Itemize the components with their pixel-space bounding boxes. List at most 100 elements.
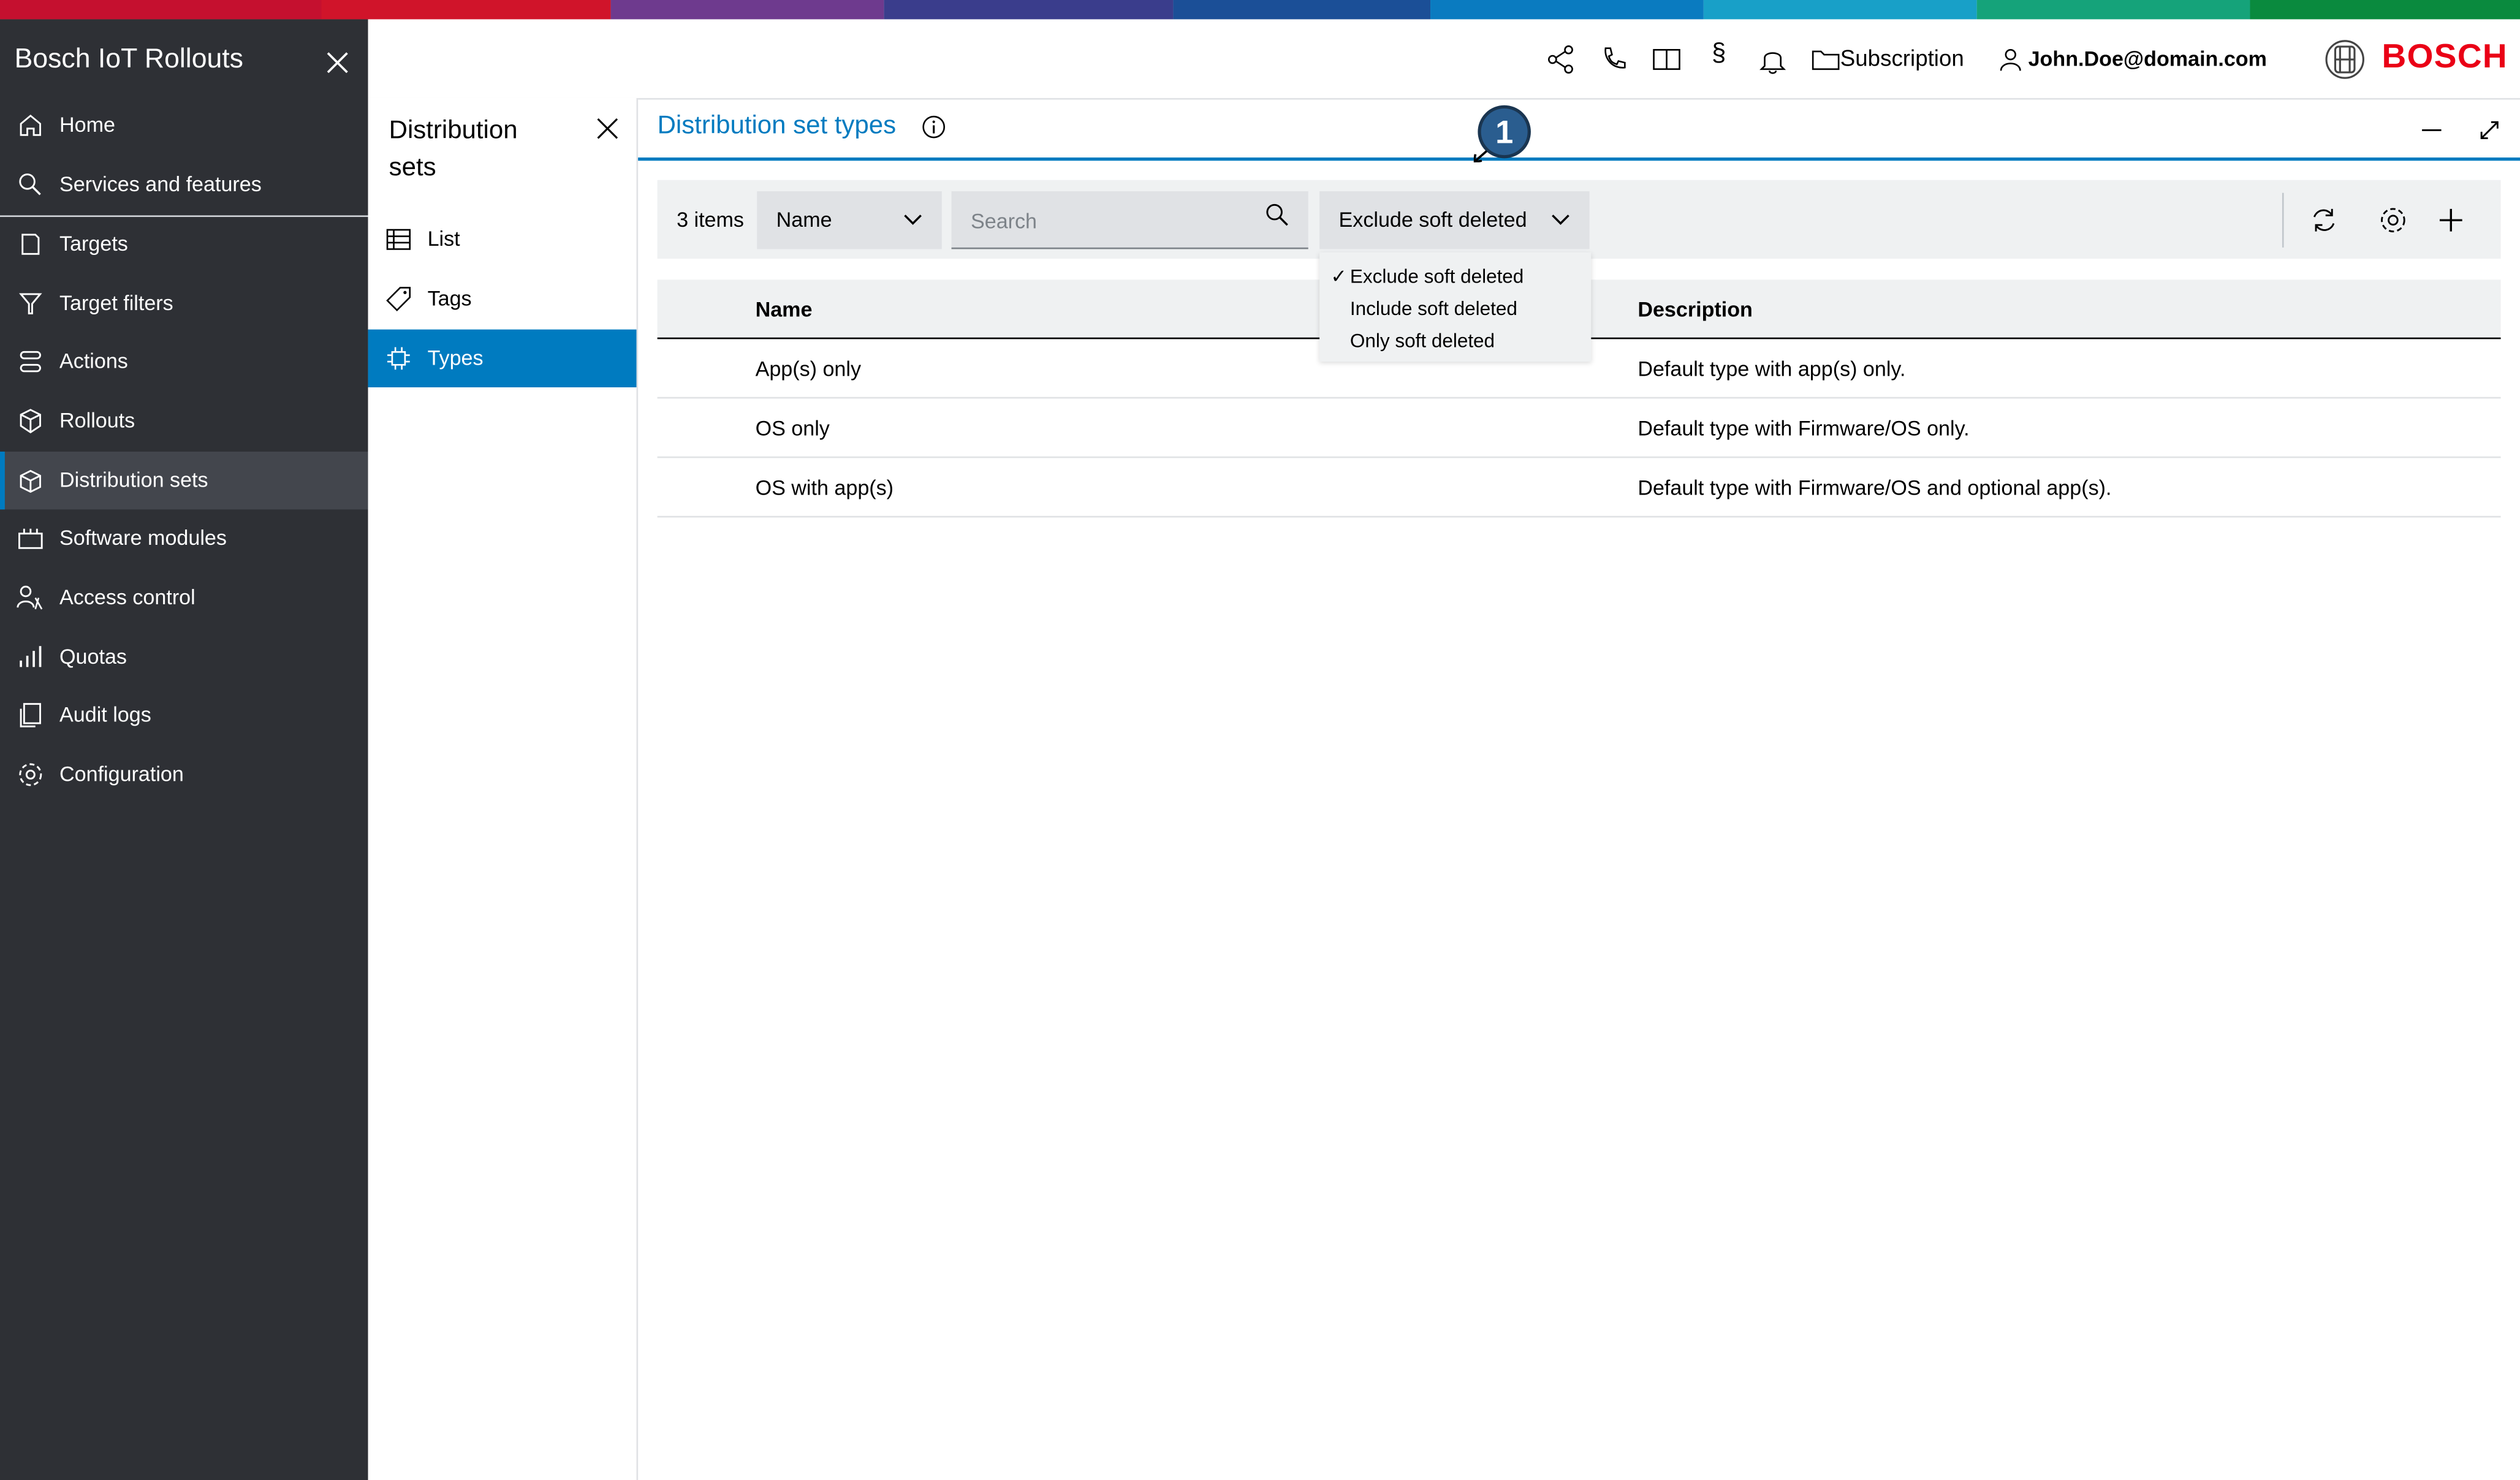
cell-description: Default type with Firmware/OS only. (1638, 416, 1970, 441)
nav-item-distribution-sets[interactable]: Distribution sets (0, 451, 368, 510)
refresh-icon[interactable] (2308, 204, 2340, 236)
nav-item-rollouts[interactable]: Rollouts (0, 392, 368, 450)
column-header-name[interactable]: Name (756, 297, 813, 321)
soft-delete-filter-value: Exclude soft deleted (1338, 207, 1527, 232)
page-title: Distribution set types (657, 112, 897, 140)
nav-item-label: Services and features (59, 172, 262, 196)
subnav-item-tags[interactable]: Tags (368, 270, 637, 328)
close-icon[interactable] (594, 116, 620, 142)
subscription-link[interactable]: Subscription (1840, 45, 1964, 70)
nav-item-software-modules[interactable]: Software modules (0, 509, 368, 567)
close-icon[interactable] (322, 47, 354, 78)
package-icon (20, 469, 42, 493)
nav-item-configuration[interactable]: Configuration (0, 746, 368, 803)
book-icon[interactable] (1650, 44, 1682, 75)
soft-delete-filter-menu: ✓ Exclude soft deleted Include soft dele… (1319, 252, 1592, 362)
home-icon (20, 114, 42, 136)
nav-item-label: Audit logs (59, 702, 151, 727)
distribution-sets-subnav: Distribution sets List Tags Types (368, 97, 639, 1480)
list-icon (386, 229, 411, 250)
items-count: 3 items (677, 207, 744, 232)
paragraph-icon[interactable]: § (1712, 40, 1726, 69)
share-icon[interactable] (1544, 44, 1576, 75)
subnav-item-label: Types (427, 345, 484, 370)
nav-item-access-control[interactable]: Access control (0, 569, 368, 626)
subnav-item-label: Tags (427, 286, 472, 311)
subnav-item-list[interactable]: List (368, 211, 637, 268)
bar-chart-icon (20, 646, 42, 667)
nav-item-actions[interactable]: Actions (0, 333, 368, 390)
nav-item-label: Target filters (59, 290, 173, 316)
callout-number: 1 (1495, 115, 1513, 150)
column-header-description[interactable]: Description (1638, 297, 1753, 321)
add-icon[interactable] (2435, 204, 2467, 236)
nav-item-target-filters[interactable]: Target filters (0, 275, 368, 332)
search-input[interactable]: Search (951, 191, 1308, 249)
nav-item-label: Access control (59, 585, 195, 609)
bell-icon[interactable] (1756, 44, 1788, 75)
nav-item-label: Configuration (59, 762, 184, 786)
soft-delete-filter-select[interactable]: Exclude soft deleted (1319, 191, 1590, 249)
sort-select-value: Name (776, 207, 832, 232)
chip-icon (387, 347, 410, 370)
modules-icon (18, 528, 43, 549)
actions-icon (20, 351, 42, 373)
cell-name: App(s) only (755, 357, 862, 381)
nav-item-label: Software modules (59, 525, 227, 550)
documents-icon (20, 703, 42, 727)
filter-icon (19, 293, 42, 314)
title-underline (638, 157, 2520, 161)
subnav-item-types[interactable]: Types (368, 329, 637, 388)
bosch-logo-icon (2325, 40, 2364, 79)
box-icon (20, 409, 42, 434)
nav-item-audit-logs[interactable]: Audit logs (0, 686, 368, 744)
search-icon (19, 173, 41, 195)
brand-wordmark: BOSCH (2381, 38, 2508, 76)
maximize-icon[interactable] (2476, 117, 2502, 143)
nav-item-label: Targets (59, 231, 128, 256)
search-icon[interactable] (1263, 201, 1292, 230)
menu-item-only-soft-deleted[interactable]: Only soft deleted (1350, 330, 1495, 352)
nav-item-targets[interactable]: Targets (0, 215, 368, 273)
nav-item-label: Quotas (59, 644, 127, 669)
nav-item-label: Distribution sets (59, 468, 208, 492)
user-lock-icon (17, 585, 43, 610)
chevron-down-icon (1552, 214, 1569, 225)
subnav-title: Distribution sets (389, 117, 518, 182)
nav-item-services[interactable]: Services and features (0, 156, 368, 213)
menu-item-exclude-soft-deleted[interactable]: Exclude soft deleted (1350, 265, 1524, 288)
cell-name: OS with app(s) (755, 476, 894, 500)
brand-color-bar (0, 0, 2520, 20)
app-title: Bosch IoT Rollouts (14, 43, 243, 74)
phone-icon[interactable] (1598, 44, 1630, 75)
table-row[interactable]: OS only Default type with Firmware/OS on… (657, 398, 2501, 458)
search-placeholder: Search (970, 208, 1038, 233)
menu-item-include-soft-deleted[interactable]: Include soft deleted (1350, 297, 1517, 320)
nav-item-label: Rollouts (59, 408, 135, 433)
annotation-callout: 1 (1473, 105, 1531, 162)
nav-item-home[interactable]: Home (0, 96, 368, 154)
toolbar-divider (2282, 192, 2284, 248)
subnav-item-label: List (427, 226, 460, 251)
tag-icon (386, 287, 411, 311)
settings-icon[interactable] (2377, 204, 2409, 236)
gear-icon (19, 763, 42, 786)
checkmark-icon: ✓ (1330, 265, 1347, 288)
minimize-icon[interactable] (2419, 117, 2445, 143)
nav-item-quotas[interactable]: Quotas (0, 628, 368, 686)
table-toolbar: 3 items Name Search Exclude soft deleted (657, 180, 2501, 259)
nav-item-label: Actions (59, 349, 128, 373)
cell-description: Default type with Firmware/OS and option… (1638, 476, 2112, 500)
folder-icon (1812, 50, 1840, 70)
info-icon[interactable] (921, 114, 947, 140)
top-header: § Subscription John.Doe@domain.com BOSCH (368, 19, 2520, 100)
device-icon (21, 233, 40, 255)
cell-description: Default type with app(s) only. (1638, 357, 1906, 381)
main-navigation: Bosch IoT Rollouts Home Services and fea… (0, 19, 368, 1480)
user-icon (2000, 48, 2021, 71)
nav-item-label: Home (59, 112, 116, 137)
cell-name: OS only (755, 416, 830, 441)
user-account-link[interactable]: John.Doe@domain.com (2029, 47, 2267, 70)
sort-select[interactable]: Name (757, 191, 942, 249)
table-row[interactable]: OS with app(s) Default type with Firmwar… (657, 458, 2501, 518)
